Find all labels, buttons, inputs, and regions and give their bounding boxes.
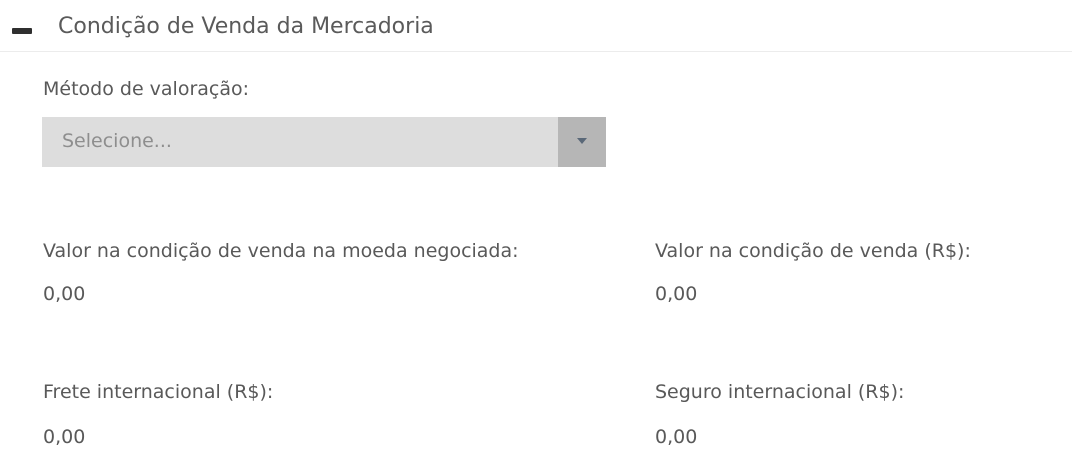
freight-label: Frete internacional (R$): (43, 381, 274, 403)
section-title: Condição de Venda da Mercadoria (58, 14, 434, 39)
sale-value-brl-label: Valor na condição de venda (R$): (655, 240, 971, 262)
sale-value-currency-label: Valor na condição de venda na moeda nego… (43, 240, 519, 262)
sale-value-currency-value: 0,00 (43, 283, 86, 305)
sale-value-brl-value: 0,00 (655, 283, 698, 305)
valuation-method-select[interactable]: Selecione... (42, 117, 606, 167)
chevron-down-icon (577, 138, 587, 144)
insurance-value: 0,00 (655, 426, 698, 448)
valuation-method-placeholder: Selecione... (62, 130, 172, 152)
minus-icon[interactable] (12, 28, 32, 34)
insurance-label: Seguro internacional (R$): (655, 381, 905, 403)
valuation-method-label: Método de valoração: (43, 78, 250, 100)
section-header[interactable]: Condição de Venda da Mercadoria (0, 0, 1072, 52)
select-dropdown-button[interactable] (558, 117, 606, 167)
freight-value: 0,00 (43, 426, 86, 448)
